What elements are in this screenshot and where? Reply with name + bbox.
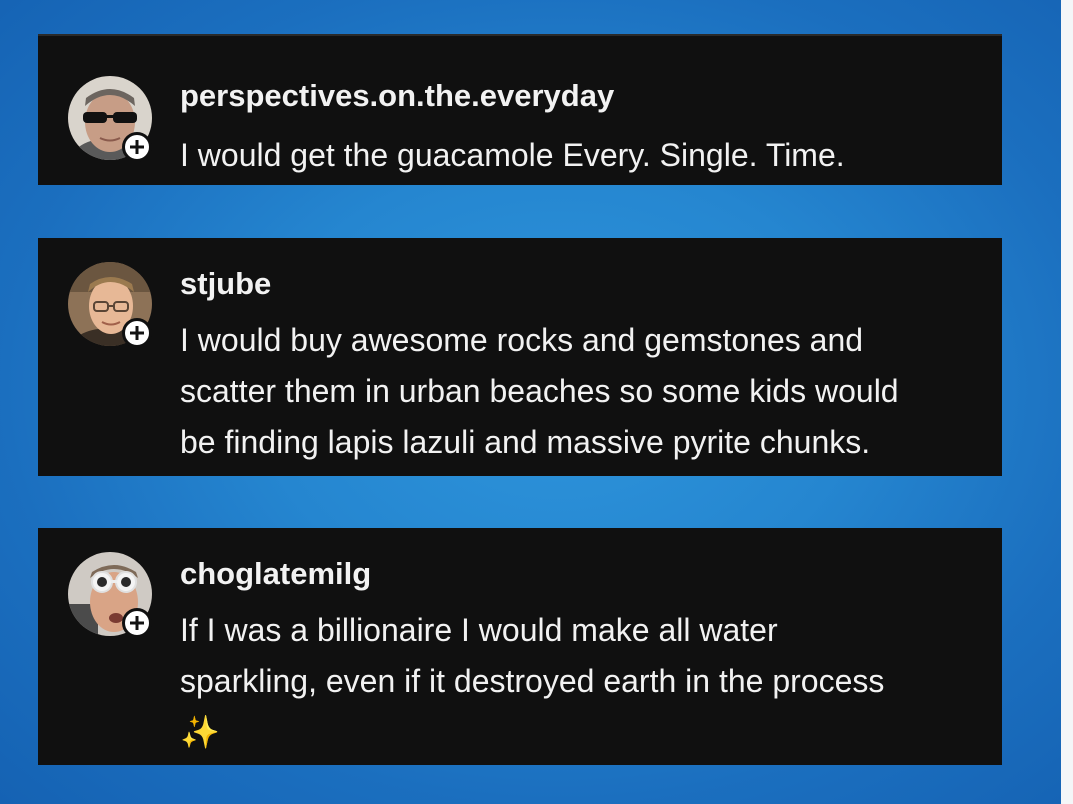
- comment-username[interactable]: stjube: [180, 264, 271, 304]
- comment-card: stjube I would buy awesome rocks and gem…: [38, 238, 1002, 476]
- comment-card: perspectives.on.the.everyday I would get…: [38, 34, 1002, 185]
- comment-text: If I was a billionaire I would make all …: [180, 605, 980, 758]
- comment-line: ✨: [180, 714, 220, 750]
- comment-line: sparkling, even if it destroyed earth in…: [180, 663, 885, 699]
- comment-line: I would get the guacamole Every. Single.…: [180, 137, 845, 173]
- plus-icon: [130, 616, 144, 630]
- comment-line: be finding lapis lazuli and massive pyri…: [180, 424, 871, 460]
- avatar-container: [68, 262, 152, 348]
- right-edge-strip: [1061, 0, 1073, 804]
- avatar-container: [68, 76, 152, 162]
- comment-text: I would buy awesome rocks and gemstones …: [180, 315, 980, 468]
- comment-username[interactable]: choglatemilg: [180, 554, 371, 594]
- comment-line: If I was a billionaire I would make all …: [180, 612, 778, 648]
- plus-icon: [130, 326, 144, 340]
- follow-button[interactable]: [122, 132, 152, 162]
- comment-line: I would buy awesome rocks and gemstones …: [180, 322, 864, 358]
- plus-icon: [130, 140, 144, 154]
- avatar-container: [68, 552, 152, 638]
- comment-text: I would get the guacamole Every. Single.…: [180, 130, 980, 181]
- comment-username[interactable]: perspectives.on.the.everyday: [180, 76, 614, 116]
- follow-button[interactable]: [122, 608, 152, 638]
- follow-button[interactable]: [122, 318, 152, 348]
- comment-card: choglatemilg If I was a billionaire I wo…: [38, 528, 1002, 765]
- comment-line: scatter them in urban beaches so some ki…: [180, 373, 899, 409]
